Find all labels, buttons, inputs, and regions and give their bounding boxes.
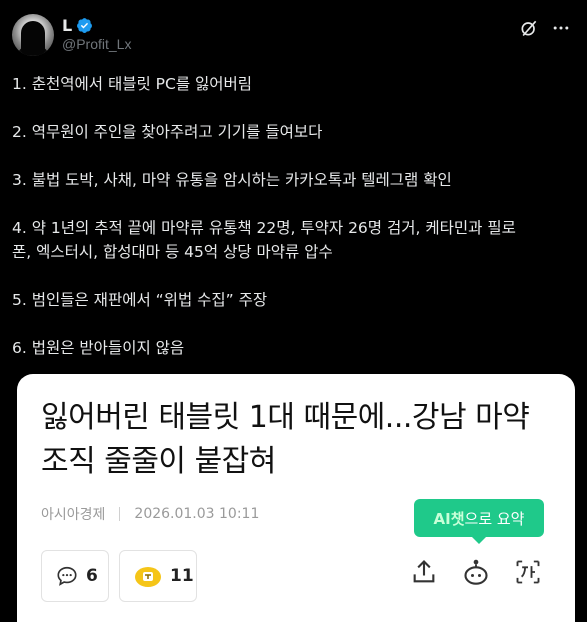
- verified-badge-icon: [77, 18, 93, 33]
- tweet-line: 2. 역무원이 주인을 찾아주려고 기기를 들여보다: [12, 123, 323, 141]
- tweet-line: 폰, 엑스터시, 합성대마 등 45억 상당 마약류 압수: [12, 243, 333, 261]
- ai-summary-badge[interactable]: AI챗 으로 요약: [414, 499, 544, 544]
- like-button[interactable]: 11: [119, 550, 197, 602]
- ai-bot-icon[interactable]: [462, 558, 490, 586]
- tweet-line: 4. 약 1년의 추적 끝에 마약류 유통책 22명, 투약자 26명 검거, …: [12, 219, 516, 237]
- share-icon[interactable]: [410, 558, 438, 586]
- comment-count: 6: [86, 566, 98, 586]
- comment-button[interactable]: 6: [41, 550, 109, 602]
- author-handle[interactable]: @Profit_Lx: [62, 36, 131, 52]
- tweet-line: 6. 법원은 받아들이지 않음: [12, 339, 185, 357]
- meta-divider: [119, 507, 121, 521]
- comment-bubble-icon: [56, 565, 78, 587]
- grok-icon[interactable]: [519, 18, 539, 38]
- ai-badge-text: 으로 요약: [464, 509, 525, 528]
- tweet-header: L @Profit_Lx: [12, 14, 575, 60]
- tweet-line: 1. 춘천역에서 태블릿 PC를 잃어버림: [12, 75, 253, 93]
- article-source: 아시아경제: [41, 507, 106, 523]
- article-card[interactable]: 잃어버린 태블릿 1대 때문에...강남 마약조직 줄줄이 붙잡혀 아시아경제 …: [17, 374, 575, 622]
- more-icon[interactable]: [551, 18, 571, 38]
- author-name[interactable]: L: [62, 16, 72, 35]
- tweet-line: 5. 범인들은 재판에서 “위법 수집” 주장: [12, 291, 268, 309]
- like-count: 11: [170, 566, 194, 586]
- avatar[interactable]: [12, 14, 54, 56]
- font-size-icon[interactable]: [514, 558, 542, 586]
- ai-badge-highlight: AI챗: [433, 509, 465, 528]
- article-datetime: 2026.01.03 10:11: [134, 506, 260, 522]
- article-title[interactable]: 잃어버린 태블릿 1대 때문에...강남 마약조직 줄줄이 붙잡혀: [41, 396, 551, 484]
- tweet-line: 3. 불법 도박, 사채, 마약 유통을 암시하는 카카오톡과 텔레그램 확인: [12, 171, 452, 189]
- tweet-text: 1. 춘천역에서 태블릿 PC를 잃어버림 2. 역무원이 주인을 찾아주려고 …: [12, 72, 575, 384]
- article-meta: 아시아경제 2026.01.03 10:11: [41, 504, 259, 524]
- author-name-row[interactable]: L: [62, 16, 93, 35]
- like-emoji-icon: [134, 564, 162, 588]
